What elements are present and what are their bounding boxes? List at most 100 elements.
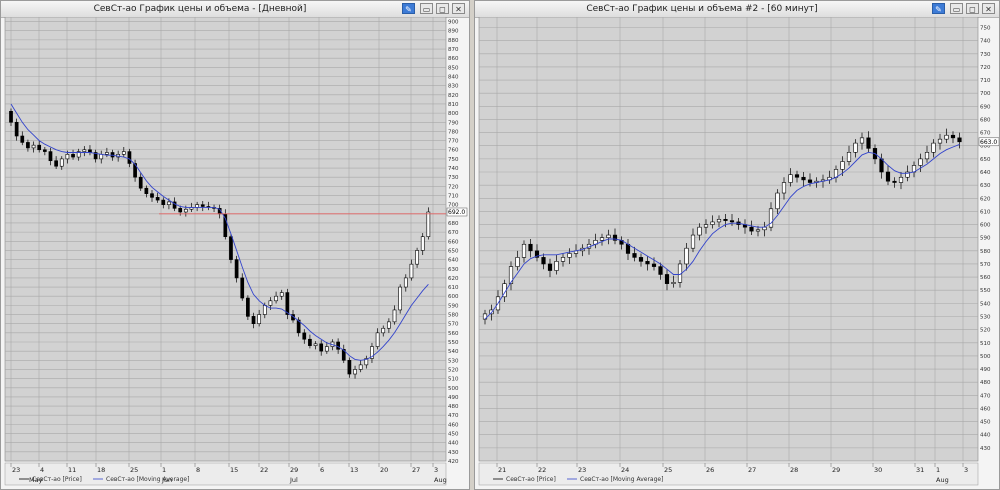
candle-body bbox=[801, 176, 806, 181]
candle-body bbox=[781, 182, 787, 194]
candle-body bbox=[749, 226, 754, 232]
y-tick-label: 690 bbox=[980, 104, 991, 110]
candle-body bbox=[65, 154, 70, 160]
candle-body bbox=[684, 247, 689, 265]
y-tick-label: 520 bbox=[448, 367, 459, 373]
y-tick-label: 590 bbox=[448, 303, 459, 309]
y-tick-label: 470 bbox=[980, 393, 991, 399]
close-icon[interactable]: ✕ bbox=[982, 3, 995, 14]
y-tick-label: 490 bbox=[980, 367, 991, 373]
candle-body bbox=[710, 221, 715, 225]
y-tick-label: 780 bbox=[448, 129, 459, 135]
candle-body bbox=[183, 208, 188, 213]
y-tick-label: 850 bbox=[448, 65, 459, 71]
y-tick-label: 750 bbox=[980, 26, 991, 32]
y-tick-label: 600 bbox=[448, 294, 459, 300]
candle-body bbox=[723, 218, 728, 221]
maximize-icon[interactable]: ◻ bbox=[436, 3, 449, 14]
maximize-icon[interactable]: ◻ bbox=[966, 3, 979, 14]
candle-body bbox=[403, 277, 408, 288]
x-tick-label: 25 bbox=[130, 466, 138, 474]
x-tick-label: 28 bbox=[790, 466, 798, 474]
pin-icon[interactable]: ✎ bbox=[402, 3, 415, 14]
candle-body bbox=[944, 134, 949, 140]
chart-window-daily[interactable]: СевСт-ао График цены и объема - [Дневной… bbox=[0, 0, 470, 490]
candle-body bbox=[599, 237, 605, 241]
candle-body bbox=[319, 343, 324, 352]
y-tick-label: 570 bbox=[448, 322, 459, 328]
y-tick-label: 580 bbox=[448, 313, 459, 319]
candle-body bbox=[31, 144, 36, 149]
chart-60min: 430 440 450 460 470 480 490 500 510 520 530 540 550 5… bbox=[478, 17, 999, 486]
y-tick-label: 870 bbox=[448, 47, 459, 53]
window-titlebar[interactable]: СевСт-ао График цены и объема #2 - [60 м… bbox=[475, 1, 999, 18]
y-tick-label: 540 bbox=[448, 349, 459, 355]
x-tick-label: 6 bbox=[320, 466, 324, 474]
y-tick-label: 680 bbox=[980, 117, 991, 123]
candle-body bbox=[892, 180, 897, 183]
y-tick-label: 450 bbox=[448, 432, 459, 438]
y-tick-label: 820 bbox=[448, 93, 459, 99]
candle-body bbox=[554, 261, 559, 271]
y-tick-label: 590 bbox=[980, 236, 991, 242]
close-icon[interactable]: ✕ bbox=[452, 3, 465, 14]
window-titlebar[interactable]: СевСт-ао График цены и объема - [Дневной… bbox=[1, 1, 469, 18]
x-tick-label: 21 bbox=[498, 466, 506, 474]
candle-body bbox=[521, 243, 527, 258]
x-tick-label: 30 bbox=[874, 466, 882, 474]
x-tick-label: 3 bbox=[434, 466, 438, 474]
candle-body bbox=[879, 158, 884, 173]
x-tick-label: 8 bbox=[196, 466, 200, 474]
candle-body bbox=[957, 137, 962, 143]
minimize-icon[interactable]: ▭ bbox=[950, 3, 963, 14]
chart-window-60min[interactable]: СевСт-ао График цены и объема #2 - [60 м… bbox=[474, 0, 1000, 490]
y-tick-label: 440 bbox=[980, 433, 991, 439]
candle-body bbox=[690, 234, 696, 249]
y-tick-label: 660 bbox=[448, 239, 459, 245]
candle-body bbox=[200, 204, 205, 207]
candle-body bbox=[547, 263, 553, 271]
candle-body bbox=[127, 151, 132, 164]
candle-body bbox=[415, 250, 419, 265]
y-tick-label: 860 bbox=[448, 56, 459, 62]
window-title: СевСт-ао График цены и объема #2 - [60 м… bbox=[586, 4, 818, 14]
candle-body bbox=[924, 152, 930, 160]
y-tick-label: 830 bbox=[448, 84, 459, 90]
x-tick-label: 25 bbox=[664, 466, 672, 474]
candle-body bbox=[853, 142, 858, 153]
minimize-icon[interactable]: ▭ bbox=[420, 3, 433, 14]
candle-body bbox=[632, 253, 637, 258]
x-tick-label: 1 bbox=[162, 466, 166, 474]
y-tick-label: 670 bbox=[980, 131, 991, 137]
y-tick-label: 650 bbox=[980, 157, 991, 163]
candle-body bbox=[937, 138, 943, 144]
candle-body bbox=[775, 192, 780, 210]
candle-body bbox=[324, 346, 329, 352]
candle-body bbox=[664, 274, 670, 284]
x-tick-label: 29 bbox=[832, 466, 840, 474]
candle-body bbox=[138, 176, 143, 189]
pin-icon[interactable]: ✎ bbox=[932, 3, 945, 14]
candle-body bbox=[658, 266, 663, 275]
y-tick-label: 900 bbox=[448, 20, 459, 26]
y-tick-label: 560 bbox=[448, 331, 459, 337]
x-tick-label: 23 bbox=[12, 466, 20, 474]
candle-body bbox=[866, 137, 871, 149]
last-price-value: 663.0 bbox=[980, 139, 997, 146]
candle-body bbox=[409, 263, 414, 279]
y-tick-label: 620 bbox=[448, 276, 459, 282]
candle-body bbox=[560, 257, 566, 262]
y-tick-label: 810 bbox=[448, 102, 459, 108]
candle-body bbox=[251, 316, 256, 324]
candle-body bbox=[240, 277, 245, 299]
y-tick-label: 550 bbox=[980, 288, 991, 294]
y-tick-label: 620 bbox=[980, 196, 991, 202]
candle-body bbox=[729, 220, 735, 223]
window-title: СевСт-ао График цены и объема - [Дневной… bbox=[93, 4, 307, 14]
x-tick-label: 24 bbox=[621, 466, 629, 474]
candle-body bbox=[167, 201, 171, 205]
candle-body bbox=[144, 187, 149, 194]
y-tick-label: 610 bbox=[448, 285, 459, 291]
y-tick-label: 770 bbox=[448, 139, 459, 145]
y-tick-label: 490 bbox=[448, 395, 459, 401]
